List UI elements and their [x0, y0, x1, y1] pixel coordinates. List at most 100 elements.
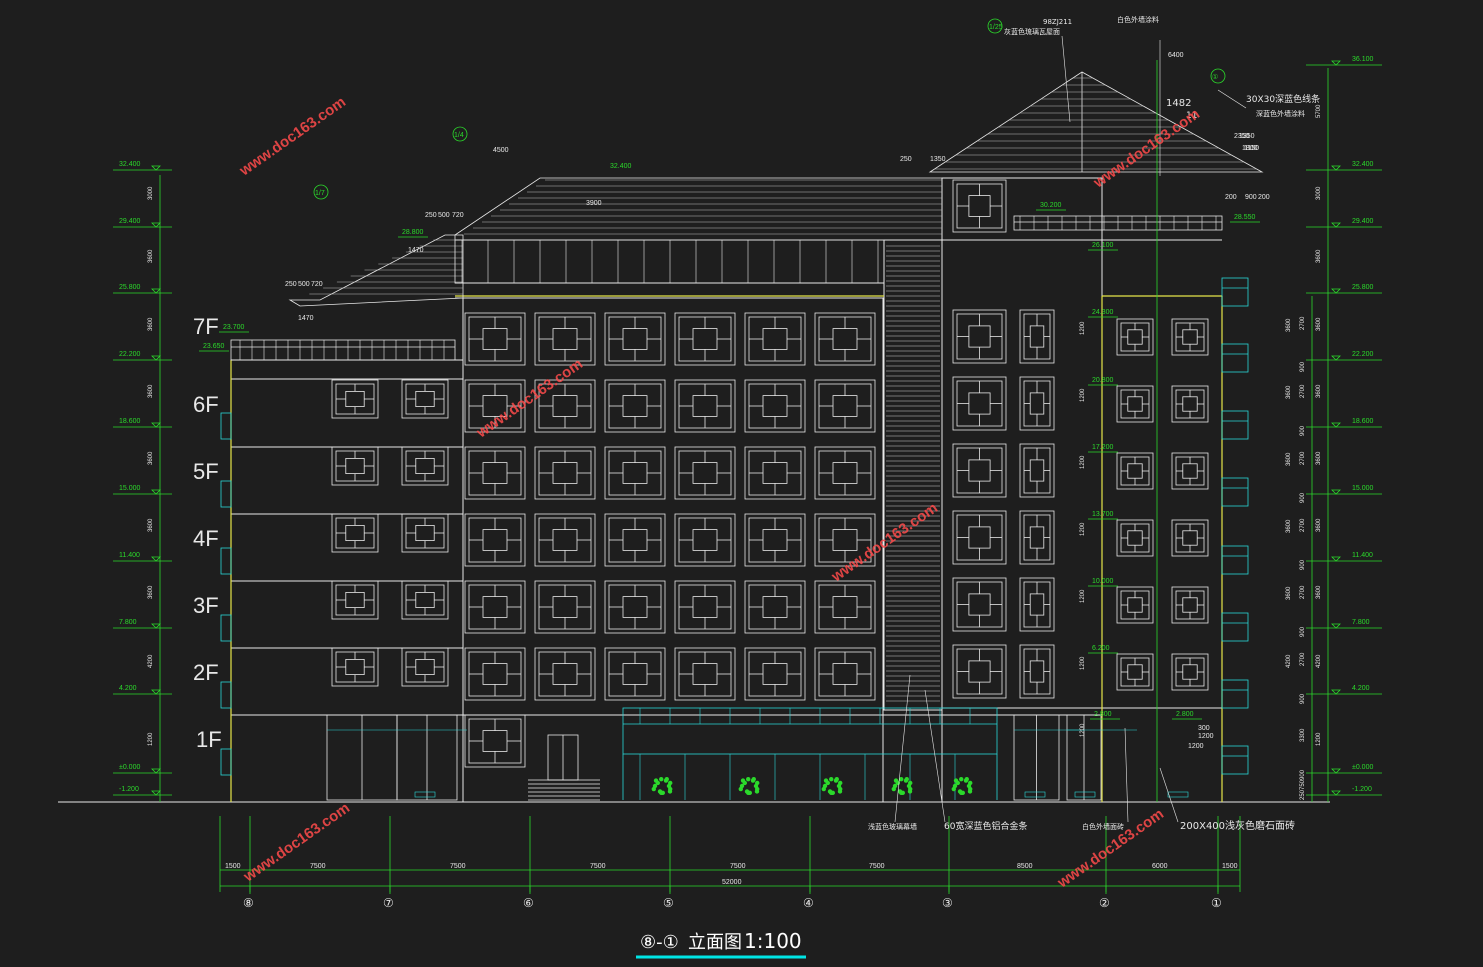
- level-left: 15.000: [119, 485, 141, 492]
- dim-roof: 1150: [1244, 145, 1259, 152]
- note-blue-trim: 30X30深蓝色线条: [1246, 93, 1320, 105]
- dim-roof: 500: [438, 212, 450, 219]
- drawing-title-block: ⑧-① 立面图 1:100: [636, 929, 806, 959]
- note-roof-standard: 98ZJ211: [1043, 18, 1072, 26]
- level-inner: 2.800: [1176, 711, 1194, 718]
- dim-right-vertical: 3600: [1316, 518, 1322, 532]
- dim-window-height: 1200: [1080, 723, 1086, 737]
- level-inner: 17.200: [1092, 444, 1114, 451]
- dim-right-vertical: 3600: [1316, 585, 1322, 599]
- level-inner: 30.200: [1040, 202, 1062, 209]
- floor-label-5f: 5F: [193, 459, 219, 484]
- dim-roof: 200: [1225, 194, 1237, 201]
- dim-right-inner: 900: [1300, 769, 1306, 780]
- dim-right-inner: 900: [1300, 425, 1306, 436]
- level-left: 25.800: [119, 284, 141, 291]
- axis-bubble: ⑧: [243, 896, 254, 910]
- floor-label-1f: 1F: [196, 727, 222, 752]
- level-left: ±0.000: [119, 764, 140, 771]
- dim-roof: 4500: [493, 147, 509, 154]
- detail-tag: 1/4: [454, 132, 464, 139]
- dim-bottom-segment: 7500: [310, 863, 326, 870]
- dim-window-height: 1200: [1080, 321, 1086, 335]
- dim-left-vertical: 3600: [148, 585, 154, 599]
- dim-right-inner: 3300: [1300, 728, 1306, 742]
- level-inner: 10.000: [1092, 578, 1114, 585]
- level-roof-ridge: 32.400: [610, 163, 632, 170]
- dim-right-inner-2: 3600: [1286, 586, 1292, 600]
- level-right: -1.200: [1352, 786, 1372, 793]
- dim-right-inner: 2700: [1300, 652, 1306, 666]
- level-left: 32.400: [119, 161, 141, 168]
- level-right: 7.800: [1352, 619, 1370, 626]
- dim-left-vertical: 4200: [148, 654, 154, 668]
- note-white-tile: 白色外墙面砖: [1082, 822, 1124, 831]
- dim-bottom-segment: 8500: [1017, 863, 1033, 870]
- dim-right-inner-2: 3600: [1286, 318, 1292, 332]
- dim-right-vertical: 3600: [1316, 317, 1322, 331]
- floor-label-3f: 3F: [193, 593, 219, 618]
- floor-label-7f: 7F: [193, 314, 219, 339]
- dim-right-vertical: 3000: [1316, 186, 1322, 200]
- axis-bubble: ①: [1211, 896, 1222, 910]
- dim-right-inner: 250: [1300, 789, 1306, 800]
- note-grey-tile: 200X400浅灰色磨石面砖: [1180, 819, 1295, 832]
- dim-right-vertical: 1200: [1316, 732, 1322, 746]
- dim-left-vertical: 3600: [148, 384, 154, 398]
- dim-right-vertical: 3600: [1316, 249, 1322, 263]
- level-inner: 28.550: [1234, 214, 1256, 221]
- axis-bubble: ③: [942, 896, 953, 910]
- dim-roof: 250: [425, 212, 437, 219]
- dim-roof: 1470: [408, 247, 424, 254]
- level-right: 18.600: [1352, 418, 1374, 425]
- floor-label-6f: 6F: [193, 392, 219, 417]
- dim-roof: 1470: [298, 315, 314, 322]
- dim-window-height: 1200: [1080, 455, 1086, 469]
- note-roof-material: 灰蓝色琉璃瓦屋面: [1004, 27, 1060, 36]
- axis-bubble: ②: [1099, 896, 1110, 910]
- level-right: 29.400: [1352, 218, 1374, 225]
- dim-bottom-segment: 1500: [225, 863, 241, 870]
- dim-bottom-segment: 1500: [1222, 863, 1238, 870]
- level-inner: 28.800: [402, 229, 424, 236]
- level-right: 4.200: [1352, 685, 1370, 692]
- elevation-drawing: ⑧ ⑦ ⑥ ⑤ ④ ③ ② ① 32.400 29.400 25.800 22.200 18.600 1…: [0, 0, 1483, 967]
- level-inner: 2.800: [1094, 711, 1112, 718]
- dim-bottom-segment: 7500: [869, 863, 885, 870]
- dim-right-vertical: 3600: [1316, 384, 1322, 398]
- dim-roof: 2350: [1234, 133, 1250, 140]
- level-inner: 26.100: [1092, 242, 1114, 249]
- dim-right-inner-2: 3600: [1286, 385, 1292, 399]
- level-left: 29.400: [119, 218, 141, 225]
- dim-left-vertical: 3600: [148, 451, 154, 465]
- dim-right-vertical: 5700: [1316, 104, 1322, 118]
- axis-bubble: ⑦: [383, 896, 394, 910]
- note-aluminium-strip: 60宽深蓝色铝合金条: [944, 820, 1027, 832]
- dim-roof: 6400: [1168, 52, 1184, 59]
- level-inner: 24.300: [1092, 309, 1114, 316]
- level-right: 22.200: [1352, 351, 1374, 358]
- level-inner: 13.700: [1092, 511, 1114, 518]
- dim-bottom-segment: 6000: [1152, 863, 1168, 870]
- level-right: 15.000: [1352, 485, 1374, 492]
- axis-bubble: ⑤: [663, 896, 674, 910]
- detail-tag: 1/7: [315, 190, 325, 197]
- dim-window-height: 1200: [1080, 388, 1086, 402]
- dim-left-vertical: 3600: [148, 518, 154, 532]
- dim-right-inner: 900: [1300, 361, 1306, 372]
- dim-roof: 250: [285, 281, 297, 288]
- dim-right-inner-2: 3600: [1286, 452, 1292, 466]
- dim-left-vertical: 3600: [148, 249, 154, 263]
- dim-roof: 1200: [1198, 733, 1214, 740]
- dim-bottom-segment: 7500: [450, 863, 466, 870]
- dim-roof: 200: [1258, 194, 1270, 201]
- drawing-scale: 1:100: [744, 929, 802, 953]
- dim-roof: 250: [900, 156, 912, 163]
- dim-left-vertical: 3000: [148, 186, 154, 200]
- dim-roof: 500: [298, 281, 310, 288]
- dim-window-height: 1200: [1080, 656, 1086, 670]
- level-inner: 20.800: [1092, 377, 1114, 384]
- dim-roof: 720: [452, 212, 464, 219]
- dim-bottom-segment: 7500: [590, 863, 606, 870]
- dim-bottom-total: 52000: [722, 879, 742, 886]
